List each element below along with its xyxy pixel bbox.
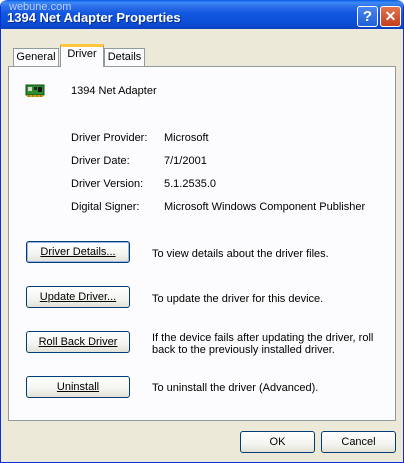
driver-tab-panel: 1394 Net Adapter Driver Provider: Micros… xyxy=(8,66,396,421)
driver-provider-label: Driver Provider: xyxy=(71,132,148,144)
help-icon: ? xyxy=(362,8,373,25)
driver-date-value: 7/1/2001 xyxy=(164,155,207,167)
tab-general[interactable]: General xyxy=(13,48,59,66)
driver-version-label: Driver Version: xyxy=(71,178,144,190)
digital-signer-label: Digital Signer: xyxy=(71,201,140,213)
ok-button[interactable]: OK xyxy=(240,431,315,453)
tab-driver[interactable]: Driver xyxy=(60,44,104,67)
driver-details-description: To view details about the driver files. xyxy=(152,248,329,260)
update-driver-label: Update Driver... xyxy=(39,291,117,303)
digital-signer-value: Microsoft Windows Component Publisher xyxy=(164,201,366,213)
driver-details-label: Driver Details... xyxy=(40,246,116,258)
help-button[interactable]: ? xyxy=(357,6,378,27)
driver-provider-value: Microsoft xyxy=(164,132,209,144)
uninstall-label: Uninstall xyxy=(56,381,100,393)
title-bar[interactable]: webune.com 1394 Net Adapter Properties ?… xyxy=(1,0,403,29)
window-title: 1394 Net Adapter Properties xyxy=(7,10,181,25)
device-name: 1394 Net Adapter xyxy=(71,85,157,97)
roll-back-driver-button[interactable]: Roll Back Driver xyxy=(26,331,130,353)
network-adapter-icon xyxy=(25,84,45,97)
roll-back-driver-description: If the device fails after updating the d… xyxy=(152,332,374,356)
close-button[interactable]: ✕ xyxy=(380,6,401,27)
update-driver-button[interactable]: Update Driver... xyxy=(26,286,130,308)
tab-details[interactable]: Details xyxy=(104,48,145,66)
uninstall-button[interactable]: Uninstall xyxy=(26,376,130,398)
roll-back-driver-label: Roll Back Driver xyxy=(38,336,118,348)
uninstall-description: To uninstall the driver (Advanced). xyxy=(152,382,319,394)
driver-version-value: 5.1.2535.0 xyxy=(164,178,216,190)
cancel-button[interactable]: Cancel xyxy=(321,431,396,453)
driver-date-label: Driver Date: xyxy=(71,155,130,167)
close-icon: ✕ xyxy=(384,8,397,24)
driver-details-button[interactable]: Driver Details... xyxy=(26,241,130,263)
update-driver-description: To update the driver for this device. xyxy=(152,293,324,305)
properties-window: webune.com 1394 Net Adapter Properties ?… xyxy=(0,0,404,463)
